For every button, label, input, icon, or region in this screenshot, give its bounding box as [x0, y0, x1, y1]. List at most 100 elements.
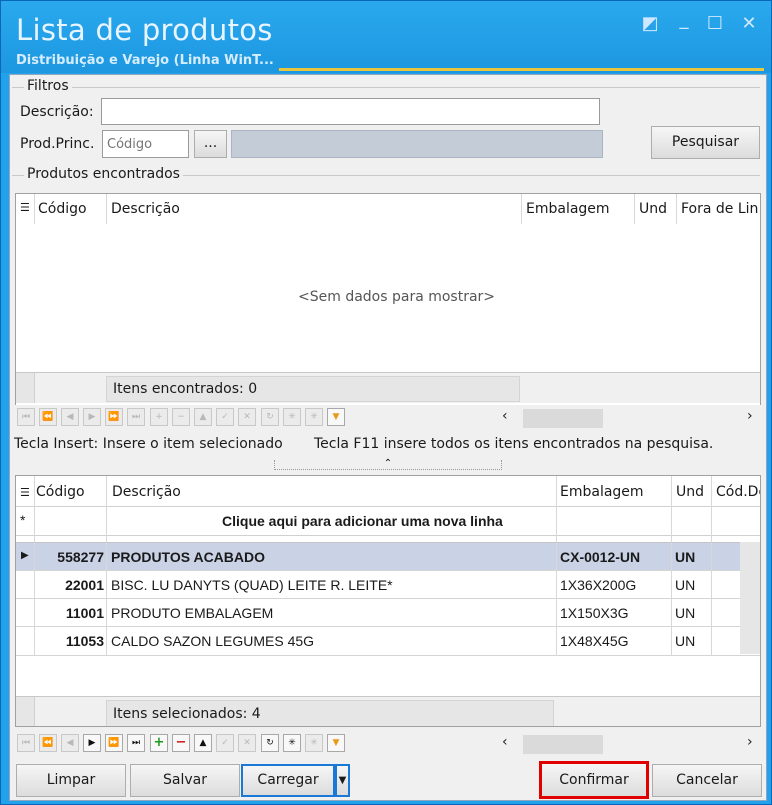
- scroll-left-icon[interactable]: ‹: [502, 734, 508, 750]
- minimize-icon[interactable]: _: [673, 9, 695, 31]
- first-page-icon: ⏮: [17, 734, 35, 752]
- row-descricao: CALDO SAZON LEGUMES 45G: [111, 633, 315, 649]
- confirm-button[interactable]: Confirmar: [539, 761, 649, 799]
- selected-col-descricao[interactable]: Descrição: [112, 484, 181, 500]
- col-divider: [106, 476, 107, 656]
- scroll-right-icon[interactable]: ›: [747, 408, 753, 424]
- selected-footer-bar: Itens selecionados: 4: [16, 696, 760, 726]
- selected-col-embalagem[interactable]: Embalagem: [560, 484, 644, 500]
- cancel-edit-icon: ✕: [238, 734, 256, 752]
- table-row[interactable]: 22001 BISC. LU DANYTS (QUAD) LEITE R. LE…: [16, 570, 760, 599]
- load-button[interactable]: Carregar: [241, 764, 335, 797]
- table-row[interactable]: 11001 PRODUTO EMBALAGEM 1X150X3G UN: [16, 598, 760, 627]
- clear-button[interactable]: Limpar: [16, 764, 126, 797]
- col-divider: [34, 476, 35, 656]
- column-chooser-icon[interactable]: ☰: [20, 486, 30, 499]
- last-page-icon: ⏭: [127, 408, 145, 426]
- load-dropdown-icon[interactable]: ▼: [335, 764, 350, 797]
- found-navigator: ⏮ ⏪ ◀ ▶ ⏩ ⏭ + − ▲ ✓ ✕ ↻ ✳ ✳ ▼ ‹ ›: [15, 405, 761, 431]
- selected-products-grid[interactable]: ☰ Código Descrição Embalagem Und Cód.De …: [15, 475, 761, 727]
- window-title: Lista de produtos: [16, 13, 273, 47]
- found-group-label: Produtos encontrados: [24, 166, 183, 182]
- found-col-und[interactable]: Und: [639, 201, 667, 217]
- restore-icon[interactable]: ◩: [639, 13, 661, 35]
- row-codigo: 11001: [65, 605, 104, 621]
- search-button[interactable]: Pesquisar: [651, 126, 760, 159]
- delete-record-icon[interactable]: −: [172, 734, 190, 752]
- row-descricao: PRODUTO EMBALAGEM: [111, 605, 274, 621]
- filter-icon[interactable]: ▼: [327, 408, 345, 426]
- cancel-button[interactable]: Cancelar: [652, 764, 762, 797]
- filters-group-label: Filtros: [24, 78, 72, 94]
- filter-icon[interactable]: ▼: [327, 734, 345, 752]
- prodprinc-label: Prod.Princ.: [20, 136, 95, 152]
- prev-page-icon: ⏪: [39, 734, 57, 752]
- row-descricao: BISC. LU DANYTS (QUAD) LEITE R. LEITE*: [111, 577, 393, 593]
- col-divider: [676, 194, 677, 224]
- horizontal-scrollbar-thumb[interactable]: [523, 735, 603, 754]
- save-button[interactable]: Salvar: [130, 764, 240, 797]
- col-divider: [106, 194, 107, 224]
- selected-col-und[interactable]: Und: [676, 484, 704, 500]
- found-col-fora-linha[interactable]: Fora de Lin: [681, 201, 758, 217]
- close-icon[interactable]: ✕: [738, 13, 760, 35]
- last-page-icon[interactable]: ⏭: [127, 734, 145, 752]
- prev-record-icon: ◀: [61, 734, 79, 752]
- row-codigo: 11053: [65, 633, 104, 649]
- row-und: UN: [675, 549, 696, 565]
- prev-record-icon: ◀: [61, 408, 79, 426]
- found-count-label: Itens encontrados: 0: [113, 381, 258, 397]
- apply-icon: ✓: [216, 408, 234, 426]
- row-und: UN: [675, 577, 696, 593]
- window-subtitle: Distribuição e Varejo (Linha WinT...: [16, 53, 274, 68]
- row-und: UN: [675, 633, 696, 649]
- row-embalagem: 1X36X200G: [560, 577, 637, 593]
- browse-button[interactable]: ...: [194, 130, 227, 158]
- found-products-grid[interactable]: ☰ Código Descrição Embalagem Und Fora de…: [15, 193, 761, 431]
- apply-icon: ✓: [216, 734, 234, 752]
- found-col-codigo[interactable]: Código: [38, 201, 87, 217]
- found-col-embalagem[interactable]: Embalagem: [526, 201, 610, 217]
- description-input[interactable]: [101, 98, 600, 125]
- product-code-input[interactable]: [102, 130, 189, 158]
- description-label: Descrição:: [20, 104, 94, 120]
- title-bar[interactable]: Lista de produtos Distribuição e Varejo …: [1, 1, 771, 73]
- found-col-descricao[interactable]: Descrição: [111, 201, 180, 217]
- next-record-icon[interactable]: ▶: [83, 734, 101, 752]
- splitter-handle[interactable]: ⌃: [274, 459, 502, 470]
- row-embalagem: 1X48X45G: [560, 633, 629, 649]
- col-divider: [711, 476, 712, 656]
- empty-grid-message: <Sem dados para mostrar>: [298, 289, 496, 305]
- refresh-icon[interactable]: ↻: [261, 734, 279, 752]
- selected-col-cod-de[interactable]: Cód.De: [716, 484, 760, 500]
- table-row[interactable]: ▶ 558277 PRODUTOS ACABADO CX-0012-UN UN: [16, 542, 760, 571]
- col-divider: [634, 194, 635, 224]
- column-chooser-icon[interactable]: ☰: [20, 201, 30, 214]
- scroll-left-icon[interactable]: ‹: [502, 408, 508, 424]
- horizontal-scrollbar-thumb[interactable]: [523, 409, 603, 428]
- row-embalagem: 1X150X3G: [560, 605, 629, 621]
- product-list-window: Lista de produtos Distribuição e Varejo …: [0, 0, 772, 805]
- next-page-icon[interactable]: ⏩: [105, 734, 123, 752]
- asterisk-all-icon: ✳: [305, 734, 323, 752]
- cancel-edit-icon: ✕: [238, 408, 256, 426]
- new-row-prompt: Clique aqui para adicionar uma nova linh…: [222, 513, 503, 529]
- move-up-icon[interactable]: ▲: [194, 734, 212, 752]
- new-row[interactable]: * Clique aqui para adicionar uma nova li…: [16, 506, 760, 536]
- next-record-icon: ▶: [83, 408, 101, 426]
- next-page-icon: ⏩: [105, 408, 123, 426]
- refresh-icon: ↻: [261, 408, 279, 426]
- f11-hint: Tecla F11 insere todos os itens encontra…: [314, 436, 714, 452]
- selected-col-codigo[interactable]: Código: [36, 484, 85, 500]
- maximize-icon[interactable]: ☐: [704, 13, 726, 35]
- title-accent-line: [279, 68, 764, 71]
- table-row[interactable]: 11053 CALDO SAZON LEGUMES 45G 1X48X45G U…: [16, 626, 760, 656]
- scroll-right-icon[interactable]: ›: [747, 734, 753, 750]
- first-page-icon: ⏮: [17, 408, 35, 426]
- row-descricao: PRODUTOS ACABADO: [111, 549, 266, 565]
- col-divider: [34, 194, 35, 224]
- add-record-icon[interactable]: +: [150, 734, 168, 752]
- asterisk-icon[interactable]: ✳: [283, 734, 301, 752]
- selected-navigator: ⏮ ⏪ ◀ ▶ ⏩ ⏭ + − ▲ ✓ ✕ ↻ ✳ ✳ ▼ ‹ ›: [15, 731, 761, 757]
- product-name-display: [231, 130, 603, 158]
